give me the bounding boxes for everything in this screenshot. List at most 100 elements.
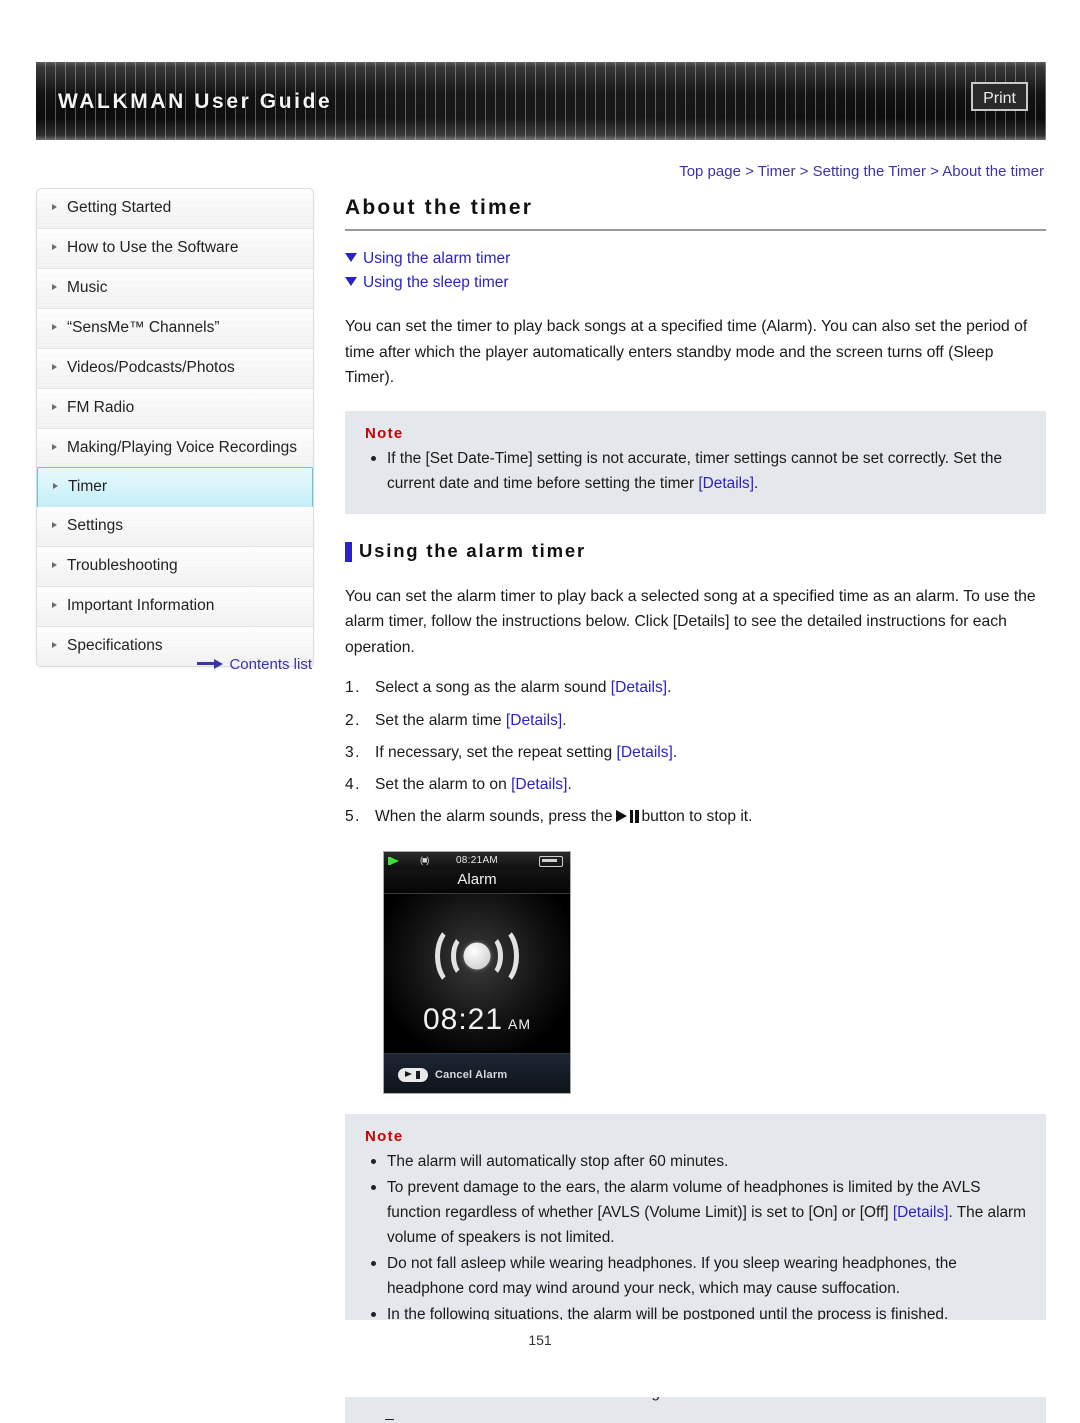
page-number: 151 — [528, 1332, 552, 1348]
anchor-label: Using the sleep timer — [363, 274, 509, 291]
details-link[interactable]: [Details] — [893, 1204, 949, 1221]
step-number: 3. — [345, 743, 362, 761]
sidebar-item-label: FM Radio — [67, 398, 135, 416]
step-text: If necessary, set the repeat setting [De… — [375, 743, 678, 761]
site-title: WALKMAN User Guide — [58, 90, 333, 113]
sidebar-item-music[interactable]: Music — [37, 269, 313, 309]
breadcrumb[interactable]: Top page > Timer > Setting the Timer > A… — [679, 163, 1044, 180]
steps-list: 1. Select a song as the alarm sound [Deta… — [345, 676, 1046, 829]
arrow-right-icon — [197, 658, 224, 669]
bullet-triangle-icon — [52, 403, 57, 410]
details-link[interactable]: [Details] — [511, 776, 567, 793]
main-content: About the timer Using the alarm timer Us… — [345, 196, 1046, 1423]
step-text: Set the alarm time [Details]. — [375, 711, 567, 729]
step-number: 5. — [345, 808, 362, 826]
device-status-bar: (■) 08:21AM — [384, 852, 570, 870]
bullet-triangle-icon — [52, 522, 57, 529]
sidebar-item-getting-started[interactable]: Getting Started — [37, 189, 313, 229]
details-link[interactable]: [Details] — [611, 679, 667, 696]
sidebar-item-videos-podcasts-photos[interactable]: Videos/Podcasts/Photos — [37, 349, 313, 389]
step-item: 5. When the alarm sounds, press the button… — [345, 805, 1046, 829]
sidebar-item-how-to-use-the-software[interactable]: How to Use the Software — [37, 229, 313, 269]
sidebar-item-timer[interactable]: Timer — [37, 467, 313, 509]
step-item: 1. Select a song as the alarm sound [Deta… — [345, 676, 1046, 700]
step-text: Select a song as the alarm sound [Detail… — [375, 679, 672, 697]
section-intro-paragraph: You can set the alarm timer to play back… — [345, 587, 1036, 656]
play-pause-button-icon — [398, 1068, 428, 1083]
bullet-triangle-icon — [52, 562, 57, 569]
section-title-using-the-alarm-timer: Using the alarm timer — [345, 540, 1046, 562]
sidebar-item-important-information[interactable]: Important Information — [37, 587, 313, 628]
bullet-triangle-icon — [52, 283, 57, 290]
device-alarm-time-ampm: AM — [508, 1016, 532, 1033]
note-item: To prevent damage to the ears, the alarm… — [365, 1176, 1026, 1251]
bullet-triangle-icon — [52, 243, 57, 250]
details-link[interactable]: [Details] — [506, 712, 562, 729]
contents-list-label: Contents list — [229, 656, 312, 673]
anchor-link-alarm-timer[interactable]: Using the alarm timer — [345, 250, 1046, 268]
chevron-down-icon — [345, 277, 357, 286]
sidebar-item-label: “SensMe™ Channels” — [67, 318, 220, 336]
note-title: Note — [365, 1128, 404, 1146]
sidebar-item-making-playing-voice-recordings[interactable]: Making/Playing Voice Recordings — [37, 429, 313, 469]
step-number: 2. — [345, 711, 362, 729]
alarm-waves-icon — [427, 925, 527, 988]
sidebar-item-label: Videos/Podcasts/Photos — [67, 358, 235, 376]
anchor-link-list: Using the alarm timer Using the sleep ti… — [345, 250, 1046, 292]
device-screenshot-wrapper: (■) 08:21AM Alarm 08:21 AM Cancel Alarm — [345, 851, 1046, 1095]
bullet-triangle-icon — [52, 204, 57, 210]
bullet-triangle-icon — [52, 443, 57, 450]
bullet-triangle-icon — [53, 483, 58, 490]
step-item: 3. If necessary, set the repeat setting [… — [345, 741, 1046, 765]
device-screenshot: (■) 08:21AM Alarm 08:21 AM Cancel Alarm — [383, 851, 571, 1095]
sidebar-item-label: Music — [67, 278, 108, 296]
note-item: The alarm will automatically stop after … — [365, 1150, 1026, 1175]
bullet-triangle-icon — [52, 323, 57, 330]
sidebar-item-label: Settings — [67, 517, 124, 535]
sidebar-item-troubleshooting[interactable]: Troubleshooting — [37, 547, 313, 588]
anchor-label: Using the alarm timer — [363, 250, 511, 267]
step-item: 2. Set the alarm time [Details]. — [345, 709, 1046, 733]
step-text-after: button to stop it. — [641, 808, 753, 826]
page-title: About the timer — [345, 196, 1046, 231]
step-number: 1. — [345, 679, 362, 697]
note-item: If the [Set Date-Time] setting is not ac… — [365, 447, 1026, 497]
note-title: Note — [365, 424, 404, 442]
sidebar-item-sensme-channels[interactable]: “SensMe™ Channels” — [37, 309, 313, 349]
sidebar-item-label: Specifications — [67, 637, 163, 655]
step-text-before: When the alarm sounds, press the — [375, 808, 613, 826]
bullet-triangle-icon — [52, 642, 57, 649]
sidebar-item-label: Troubleshooting — [67, 557, 178, 575]
details-link[interactable]: [Details] — [617, 744, 673, 761]
intro-paragraph: You can set the timer to play back songs… — [345, 318, 1028, 387]
step-number: 4. — [345, 775, 362, 793]
device-screen-body: 08:21 AM — [384, 894, 570, 1054]
step-item: 4. Set the alarm to on [Details]. — [345, 773, 1046, 797]
sidebar-item-label: Important Information — [67, 597, 215, 615]
device-alarm-time-value: 08:21 — [422, 1003, 504, 1037]
sidebar-item-fm-radio[interactable]: FM Radio — [37, 389, 313, 429]
sidebar-item-label: Making/Playing Voice Recordings — [67, 438, 298, 456]
play-pause-icon — [615, 810, 639, 824]
print-button[interactable]: Print — [971, 82, 1028, 111]
device-alarm-time: 08:21 AM — [384, 1003, 570, 1037]
sidebar-item-label: Getting Started — [67, 199, 172, 216]
device-footer-bar: Cancel Alarm — [384, 1053, 570, 1094]
sidebar-nav: Getting Started How to Use the Software … — [36, 188, 314, 668]
contents-list-link[interactable]: Contents list — [36, 656, 314, 673]
step-text: Set the alarm to on [Details]. — [375, 775, 572, 793]
device-footer-label: Cancel Alarm — [435, 1069, 508, 1082]
chevron-down-icon — [345, 253, 357, 262]
bullet-triangle-icon — [52, 602, 57, 609]
details-link[interactable]: [Details] — [698, 475, 754, 492]
sidebar-item-label: How to Use the Software — [67, 238, 239, 256]
note-item: Do not fall asleep while wearing headpho… — [365, 1252, 1026, 1302]
site-header: WALKMAN User Guide Print — [36, 62, 1046, 140]
sidebar-item-label: Timer — [68, 478, 108, 496]
sidebar-item-settings[interactable]: Settings — [37, 507, 313, 548]
bullet-triangle-icon — [52, 363, 57, 370]
battery-icon — [539, 856, 563, 868]
note-box-top: Note If the [Set Date-Time] setting is n… — [345, 410, 1046, 514]
device-screen-title: Alarm — [384, 869, 570, 895]
anchor-link-sleep-timer[interactable]: Using the sleep timer — [345, 274, 1046, 292]
